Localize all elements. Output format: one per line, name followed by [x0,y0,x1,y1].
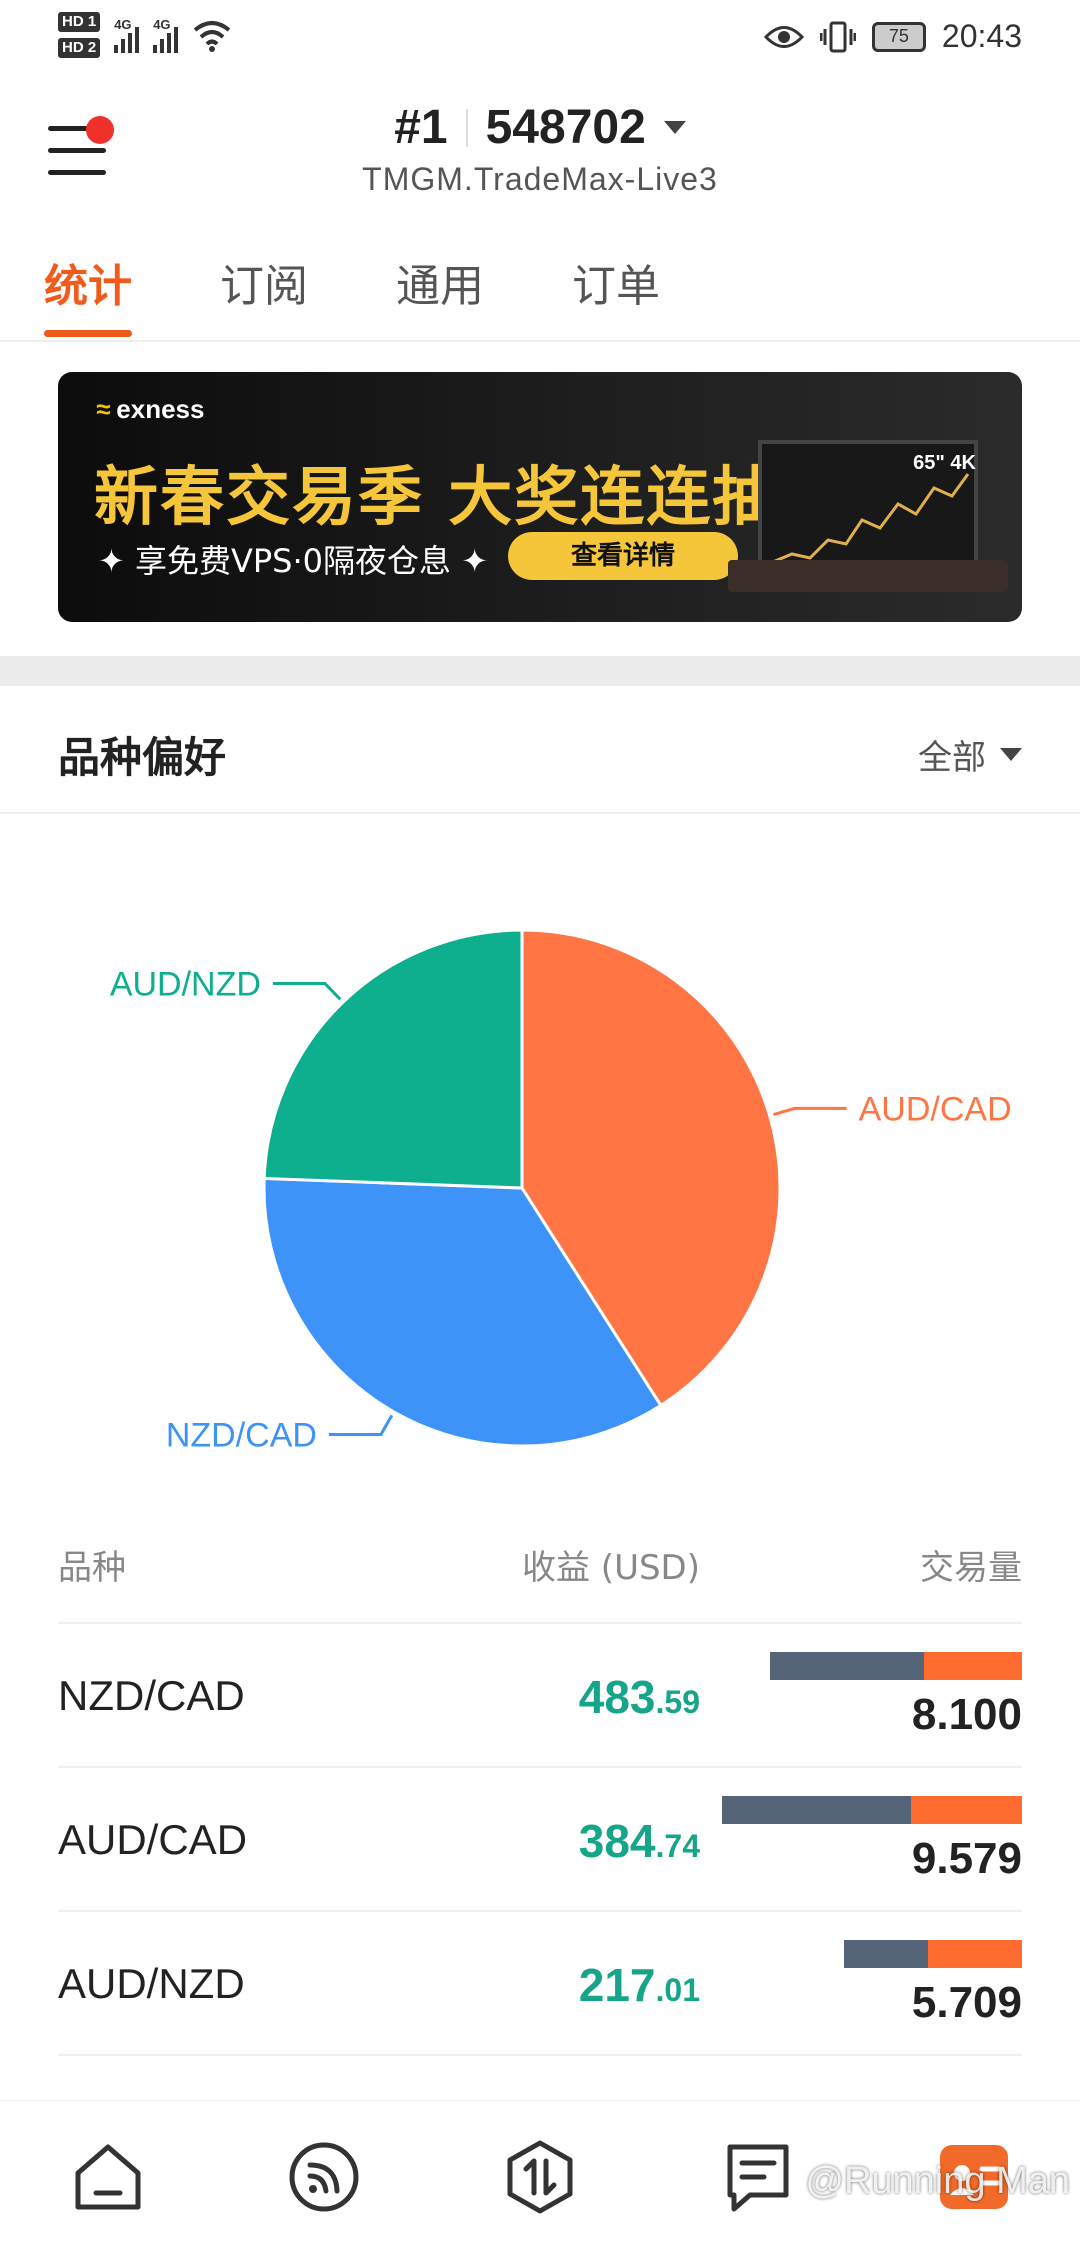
pie-leader-line [773,1106,847,1117]
chevron-down-icon [663,121,686,134]
watermark: @Running Man [805,2160,1070,2202]
column-header-symbol: 品种 [58,1548,126,1588]
divider [58,2054,1022,2056]
eye-icon [763,25,804,48]
buy-volume-segment [770,1652,924,1680]
tab-stats[interactable]: 统计 [44,250,132,314]
signal-icon-2: 4G [153,17,179,53]
row-profit: 483.59 [578,1671,700,1723]
column-header-profit: 收益 (USD) [522,1548,700,1588]
clock: 20:43 [941,18,1022,54]
hd2-badge: HD 2 [58,38,101,58]
signal-icon[interactable] [286,2139,362,2215]
buy-volume-segment [722,1796,911,1824]
section-separator [0,656,1080,686]
filter-label: 全部 [918,738,986,778]
tab-subscriptions[interactable]: 订阅 [220,250,308,314]
battery-icon: 75 [871,21,926,52]
tv-stand [728,560,1008,592]
vibrate-icon [819,21,856,52]
tv-label: 65" 4K [913,452,976,474]
account-prefix: #1 [394,101,448,154]
section-title: 品种偏好 [58,733,227,782]
divider [58,1766,1022,1768]
hd1-badge: HD 1 [58,12,101,32]
pie-chart: AUD/CAD NZD/CAD AUD/NZD [110,928,1012,1454]
row-profit: 217.01 [578,1959,700,2011]
status-bar: HD 1 HD 2 4G 4G 75 20:43 [0,0,1080,80]
brand-logo: ≈ exness [96,394,205,424]
banner-subline: ✦ 享免费VPS·0隔夜仓息 ✦ [98,542,489,580]
banner-cta-button[interactable]: 查看详情 [508,532,738,580]
tab-bar: 统计 订阅 通用 订单 [0,250,1080,342]
divider [465,108,468,147]
account-number: 548702 [485,101,646,154]
pie-label: AUD/CAD [859,1090,1012,1128]
chevron-down-icon [1000,748,1022,761]
volume-bar [722,1796,1022,1824]
divider [58,1910,1022,1912]
sell-volume-segment [927,1940,1022,1968]
tab-general[interactable]: 通用 [396,250,484,314]
sell-volume-segment [923,1652,1022,1680]
pie-leader-line [272,981,342,1001]
home-icon[interactable] [70,2139,146,2215]
row-volume: 9.579 [911,1834,1022,1883]
promo-banner[interactable]: ≈ exness 新春交易季 大奖连连抽 ✦ 享免费VPS·0隔夜仓息 ✦ 查看详… [58,372,1022,622]
volume-bar [770,1652,1022,1680]
wifi-icon [193,21,231,52]
row-symbol: AUD/CAD [58,1816,248,1863]
row-volume: 5.709 [911,1978,1022,2027]
pie-slice-aud-nzd[interactable] [262,928,524,1190]
trade-icon[interactable] [502,2139,578,2215]
filter-dropdown[interactable]: 全部 [918,730,1022,779]
server-name: TMGM.TradeMax-Live3 [362,161,718,197]
pie-label: AUD/NZD [110,965,261,1003]
pie-leader-line [328,1414,394,1436]
row-profit: 384.74 [578,1815,700,1867]
buy-volume-segment [844,1940,928,1968]
pie-label: NZD/CAD [166,1416,317,1454]
row-symbol: NZD/CAD [58,1672,245,1719]
signal-icon-1: 4G [114,17,140,53]
banner-headline: 新春交易季 大奖连连抽 [94,461,779,535]
tab-orders[interactable]: 订单 [572,250,660,314]
news-icon[interactable] [720,2139,796,2215]
sell-volume-segment [911,1796,1022,1824]
volume-bar [844,1940,1022,1968]
account-selector[interactable]: #1 548702 TMGM.TradeMax-Live3 [0,100,1080,198]
divider [58,1622,1022,1624]
row-symbol: AUD/NZD [58,1960,245,2007]
row-volume: 8.100 [911,1690,1022,1739]
column-header-volume: 交易量 [920,1548,1022,1588]
active-tab-indicator [44,330,132,337]
divider [0,812,1080,814]
